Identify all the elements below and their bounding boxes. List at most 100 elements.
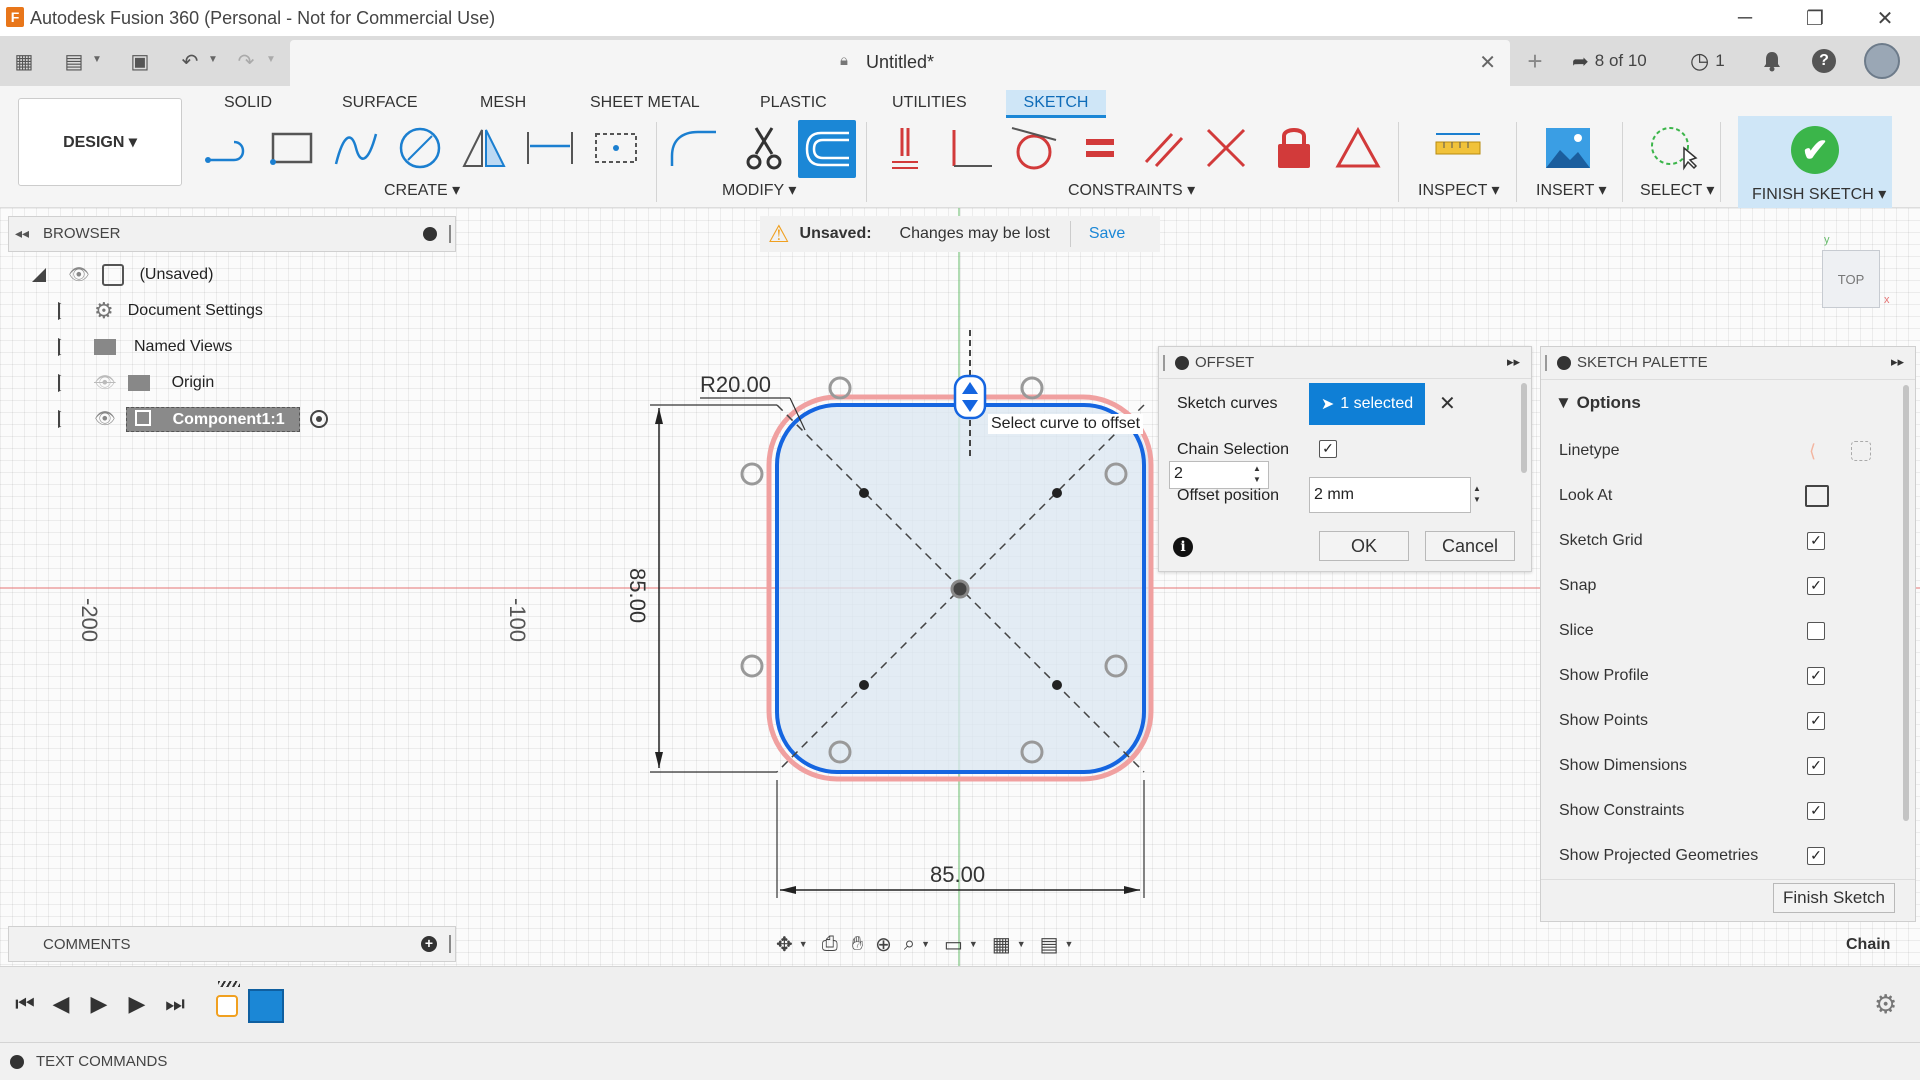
minimize-button[interactable]: ─ <box>1710 0 1780 36</box>
step-forward-icon[interactable]: ▶︎ <box>122 989 152 1019</box>
offset-position-stepper[interactable]: ▲ ▼ <box>1473 483 1481 505</box>
file-dropdown-chevron-icon[interactable]: ▼ <box>92 54 102 65</box>
tab-solid[interactable]: SOLID <box>214 90 282 118</box>
restore-button[interactable]: ❐ <box>1780 0 1850 36</box>
insert-menu[interactable]: INSERT ▾ <box>1536 180 1607 200</box>
grid-chevron-icon[interactable]: ▼ <box>1017 939 1026 949</box>
hidden-eye-icon[interactable]: 👁︎ <box>94 373 116 393</box>
ok-button[interactable]: OK <box>1319 531 1409 561</box>
symmetry-triangle-icon[interactable] <box>1332 122 1384 174</box>
mirror-tool-icon[interactable] <box>458 122 510 174</box>
show-profile-checkbox[interactable]: ✓ <box>1807 667 1825 685</box>
comments-pin-icon[interactable] <box>449 935 451 953</box>
show-points-checkbox[interactable]: ✓ <box>1807 712 1825 730</box>
browser-minimize-icon[interactable] <box>423 227 437 241</box>
job-status-button[interactable]: ➦ 8 of 10 <box>1572 36 1647 86</box>
step-back-icon[interactable]: ◀ <box>46 989 76 1019</box>
line-tool-icon[interactable] <box>202 122 254 174</box>
data-panel-grid-icon[interactable]: ▦ <box>8 46 40 76</box>
centerline-linetype-icon[interactable] <box>1851 441 1871 461</box>
orbit-chevron-icon[interactable]: ▼ <box>799 939 808 949</box>
snap-checkbox[interactable]: ✓ <box>1807 577 1825 595</box>
modify-menu[interactable]: MODIFY ▾ <box>722 180 796 200</box>
zoom-chevron-icon[interactable]: ▼ <box>921 939 930 949</box>
play-icon[interactable]: ▶ <box>84 989 114 1019</box>
activate-radio-icon[interactable] <box>309 410 328 428</box>
coincident-constraint-icon[interactable] <box>880 122 932 174</box>
collapse-browser-icon[interactable]: ◂◂ <box>15 225 29 242</box>
offset-tool-icon[interactable] <box>798 120 856 178</box>
finish-sketch-menu[interactable]: FINISH SKETCH ▾ <box>1752 184 1886 204</box>
pan-hand-icon[interactable]: ✋︎ <box>852 933 863 956</box>
rectangle-tool-icon[interactable] <box>266 122 318 174</box>
tab-plastic[interactable]: PLASTIC <box>750 90 837 118</box>
tab-sheet-metal[interactable]: SHEET METAL <box>580 90 710 118</box>
redo-icon[interactable]: ↷ <box>230 46 262 76</box>
tree-item-component[interactable]: 👁︎ Component1:1 <box>58 404 328 434</box>
notifications-clock-button[interactable]: ◷ 1 <box>1690 36 1725 86</box>
create-menu[interactable]: CREATE ▾ <box>384 180 460 200</box>
orbit-move-icon[interactable]: ✥ <box>776 932 793 957</box>
avatar[interactable] <box>1864 36 1900 86</box>
options-section-header[interactable]: ▼ Options <box>1555 393 1641 413</box>
radius-dimension-label[interactable]: R20.00 <box>700 372 771 398</box>
fix-constraint-lock-icon[interactable] <box>1268 122 1320 174</box>
go-to-start-icon[interactable]: ⏮︎ <box>10 989 40 1019</box>
tab-surface[interactable]: SURFACE <box>332 90 428 118</box>
tree-item-named-views[interactable]: Named Views <box>58 332 232 362</box>
undo-dropdown-chevron-icon[interactable]: ▼ <box>208 54 218 65</box>
chain-selection-checkbox[interactable]: ✓ <box>1319 440 1337 458</box>
timeline-settings-gear-icon[interactable]: ⚙ <box>1874 989 1897 1020</box>
measure-ruler-icon[interactable] <box>1432 122 1484 174</box>
save-icon[interactable]: ▣ <box>124 46 156 76</box>
expand-palette-icon[interactable]: ▸▸ <box>1891 354 1904 370</box>
expand-triangle-icon[interactable] <box>58 410 74 428</box>
display-chevron-icon[interactable]: ▼ <box>969 939 978 949</box>
collapse-triangle-icon[interactable] <box>30 266 48 284</box>
tab-sketch[interactable]: SKETCH <box>1006 90 1106 118</box>
tangent-constraint-icon[interactable] <box>1008 122 1060 174</box>
dialog-scrollbar[interactable] <box>1521 383 1527 473</box>
insert-image-icon[interactable] <box>1542 122 1594 174</box>
construction-linetype-icon[interactable]: ⟨ <box>1809 441 1816 462</box>
finish-sketch-button[interactable]: ✔ FINISH SKETCH ▾ <box>1738 116 1892 208</box>
count-stepper[interactable]: ▲ ▼ <box>1253 463 1261 485</box>
trim-tool-icon[interactable] <box>738 122 790 174</box>
workspace-switcher-button[interactable]: DESIGN ▾ <box>18 98 182 186</box>
document-tab[interactable]: 🔒︎ Untitled* ✕ <box>290 40 1510 86</box>
collapse-palette-icon[interactable] <box>1557 356 1571 370</box>
expand-triangle-icon[interactable] <box>58 338 74 356</box>
file-menu-icon[interactable]: ▤ <box>58 46 90 76</box>
viewports-chevron-icon[interactable]: ▼ <box>1065 939 1074 949</box>
dimension-tool-icon[interactable] <box>524 122 576 174</box>
bell-icon[interactable] <box>1762 36 1782 86</box>
add-comment-icon[interactable]: + <box>421 936 437 952</box>
new-tab-button[interactable]: + <box>1520 36 1550 86</box>
browser-pin-icon[interactable] <box>449 225 451 243</box>
fillet-tool-icon[interactable] <box>668 122 720 174</box>
viewports-icon[interactable]: ▤ <box>1040 932 1059 957</box>
redo-dropdown-chevron-icon[interactable]: ▼ <box>266 54 276 65</box>
spline-tool-icon[interactable] <box>330 122 382 174</box>
constraints-menu[interactable]: CONSTRAINTS ▾ <box>1068 180 1195 200</box>
timeline-feature-sketch-icon[interactable] <box>216 995 238 1017</box>
inspect-menu[interactable]: INSPECT ▾ <box>1418 180 1500 200</box>
select-menu[interactable]: SELECT ▾ <box>1640 180 1714 200</box>
visibility-eye-icon[interactable]: 👁︎ <box>94 409 116 429</box>
close-tab-icon[interactable]: ✕ <box>1479 50 1496 75</box>
component-label-highlight[interactable]: Component1:1 <box>125 406 300 432</box>
visibility-eye-icon[interactable]: 👁︎ <box>68 265 90 285</box>
tab-utilities[interactable]: UTILITIES <box>882 90 977 118</box>
tree-item-document-settings[interactable]: ⚙ Document Settings <box>58 296 263 326</box>
parallel-constraint-icon[interactable] <box>1138 122 1190 174</box>
save-link[interactable]: Save <box>1089 225 1125 243</box>
show-dimensions-checkbox[interactable]: ✓ <box>1807 757 1825 775</box>
vertical-dimension-label[interactable]: 85.00 <box>624 568 650 623</box>
equal-constraint-icon[interactable] <box>1074 122 1126 174</box>
look-at-icon[interactable] <box>1805 485 1829 507</box>
show-constraints-checkbox[interactable]: ✓ <box>1807 802 1825 820</box>
horizontal-dimension-label[interactable]: 85.00 <box>930 862 985 888</box>
midpoint-constraint-icon[interactable] <box>1200 122 1252 174</box>
point-tool-icon[interactable] <box>590 122 642 174</box>
circle-tool-icon[interactable] <box>394 122 446 174</box>
